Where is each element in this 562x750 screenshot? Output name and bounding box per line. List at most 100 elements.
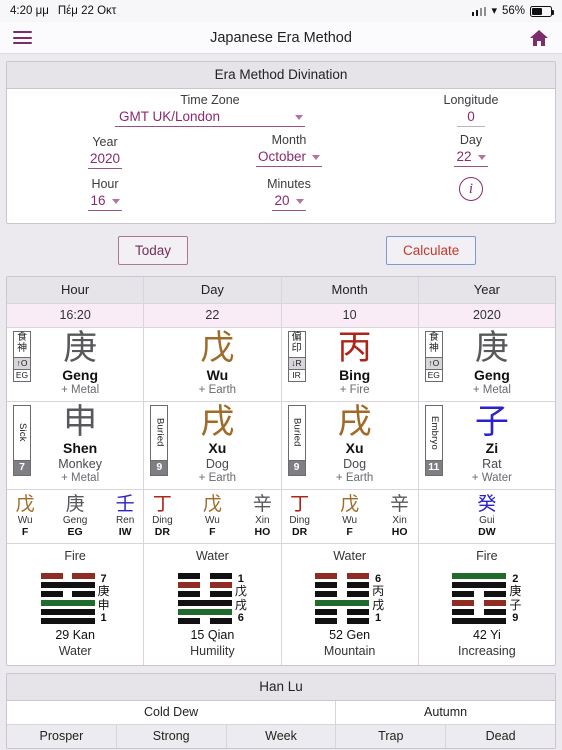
hidden-stem-character: 戊 <box>15 493 35 516</box>
longitude-label: Longitude <box>443 93 499 107</box>
hidden-stems-cell[interactable]: 癸 Gui DW <box>419 490 555 543</box>
today-button[interactable]: Today <box>118 236 189 265</box>
hour-select[interactable]: 16 <box>88 192 122 211</box>
hexagram-line <box>452 582 507 589</box>
timezone-value: GMT UK/London <box>119 109 221 124</box>
stem-cell[interactable]: 食神 ↑O EG 庚 Geng + Metal <box>419 328 555 401</box>
hexagram-line <box>40 600 95 607</box>
stem-cell[interactable]: 偏印 ↓R IR 丙 Bing + Fire <box>282 328 419 401</box>
calculate-button[interactable]: Calculate <box>386 236 477 265</box>
column-value-hour: 16:20 <box>7 303 145 327</box>
ten-god-arrow-badge: ↑O <box>424 357 443 370</box>
solar-term-panel: Han Lu Cold Dew Autumn Prosper Strong Week T… <box>6 673 556 750</box>
hexagram-line <box>452 591 507 598</box>
hidden-stems-cell[interactable]: 丁 Ding DR 戊 Wu F 辛 Xin HO <box>282 490 419 544</box>
stem-element: + Metal <box>472 383 511 396</box>
hidden-stems-cell[interactable]: 丁 Ding DR 戊 Wu F 辛 Xin HO <box>144 490 282 544</box>
hidden-stem: 戊 Wu F <box>333 494 367 538</box>
phase-cell: Dead <box>446 724 555 749</box>
hexagram-line <box>177 618 232 625</box>
hexagram-cell[interactable]: Water 6 丙戌 1 52 Gen Mountain <box>282 544 419 666</box>
hidden-stem-god: DW <box>478 526 496 539</box>
minutes-select[interactable]: 20 <box>272 192 306 211</box>
column-value-day: 22 <box>144 303 282 327</box>
phase-cell: Prosper <box>7 724 117 749</box>
hexagram-lines <box>315 573 370 625</box>
hexagram-cell[interactable]: Fire 2 庚子 9 42 Yi Increasing <box>419 544 555 665</box>
branch-cell[interactable]: Buried 9 戌 Xu Dog + Earth <box>282 401 419 490</box>
hexagram-lines <box>40 573 95 625</box>
hexagram-meaning: Mountain <box>323 644 376 659</box>
branch-cell[interactable]: Sick 7 申 Shen Monkey + Metal <box>7 401 145 490</box>
column-value-year: 2020 <box>418 303 555 327</box>
hamburger-menu-icon[interactable] <box>13 31 32 44</box>
branch-character: 戌 <box>337 401 372 442</box>
hexagram-side-label: 丙 <box>372 584 385 599</box>
divination-form: Time Zone GMT UK/London Longitude 0 Year… <box>7 89 555 223</box>
season-cell: Cold Dew <box>7 701 337 725</box>
month-select[interactable]: October <box>255 148 323 167</box>
divination-form-panel: Era Method Divination Time Zone GMT UK/L… <box>6 61 556 224</box>
hidden-stem-character: 庚 <box>65 493 85 516</box>
branch-cell[interactable]: Embryo 11 子 Zi Rat + Water <box>419 402 555 490</box>
hidden-stem: 辛 Xin HO <box>383 494 417 538</box>
longitude-input[interactable]: 0 <box>457 108 485 127</box>
stem-character: 庚 <box>63 328 98 368</box>
hexagram-cell[interactable]: Water 1 戊戌 6 15 Qian Humility <box>144 544 282 666</box>
hidden-stems-cell[interactable]: 戊 Wu F 庚 Geng EG 壬 Ren IW <box>7 490 145 544</box>
hexagram-cell[interactable]: Fire 7 庚申 1 29 Kan Water <box>7 544 145 666</box>
life-stage-number-badge: 11 <box>424 460 443 476</box>
ten-god-code-badge: IR <box>287 369 306 382</box>
year-input[interactable]: 2020 <box>87 150 123 169</box>
month-group: Month October <box>229 133 349 167</box>
branch-animal: Dog <box>205 457 229 472</box>
longitude-value: 0 <box>467 109 475 124</box>
hexagram-line <box>452 600 507 607</box>
stem-character: 庚 <box>474 328 509 368</box>
hidden-stems-row: 戊 Wu F 庚 Geng EG 壬 Ren IW 丁 Ding DR 戊 Wu F 辛 Xin HO 丁 Ding D… <box>7 489 555 544</box>
info-icon: i <box>459 177 483 201</box>
hexagram-side-column: 7庚申1 <box>98 573 110 625</box>
phase-cell: Week <box>226 724 337 749</box>
chevron-down-icon <box>295 114 303 120</box>
day-select[interactable]: 22 <box>454 148 488 167</box>
hexagram-name: 15 Qian <box>190 628 235 643</box>
hexagram-lines <box>177 573 232 625</box>
hidden-stem-god: HO <box>254 526 271 539</box>
day-value: 22 <box>456 149 472 164</box>
cellular-signal-icon <box>471 6 487 16</box>
branch-badge-column: Buried 9 <box>282 404 308 485</box>
timezone-select[interactable]: GMT UK/London <box>115 108 305 127</box>
branch-element: + Earth <box>335 472 374 485</box>
branch-animal: Dog <box>343 457 367 472</box>
branch-cell[interactable]: Buried 9 戌 Xu Dog + Earth <box>144 401 282 490</box>
hidden-stem-god: F <box>346 526 353 539</box>
hexagram-meaning: Increasing <box>458 644 516 659</box>
solar-term-title: Han Lu <box>7 674 555 702</box>
ten-god-cjk-badge: 食神 <box>13 331 31 358</box>
season-row: Cold Dew Autumn <box>7 701 555 725</box>
phase-cell: Strong <box>116 724 227 749</box>
stem-cell[interactable]: 食神 ↑O EG 庚 Geng + Metal <box>7 328 145 401</box>
branch-badge-column: Embryo 11 <box>419 404 445 485</box>
timezone-group: Time Zone GMT UK/London <box>115 93 305 127</box>
branch-element: + Earth <box>198 472 237 485</box>
chevron-down-icon <box>111 198 120 204</box>
branch-character: 戌 <box>200 401 235 442</box>
branch-element: + Water <box>471 472 512 485</box>
hidden-stem: 戊 Wu F <box>195 494 229 538</box>
hexagram-side-column: 1戊戌6 <box>235 573 247 625</box>
hidden-stem-god: DR <box>154 526 170 539</box>
home-icon[interactable] <box>529 29 549 47</box>
hidden-stem-pinyin: Ren <box>115 515 135 527</box>
hexagram-line <box>177 582 232 589</box>
stem-cell[interactable]: 戊 Wu + Earth <box>144 328 282 401</box>
hidden-stem-pinyin: Xin <box>392 515 407 527</box>
hexagram-line <box>315 582 370 589</box>
branch-character: 申 <box>63 401 98 442</box>
hexagram-line <box>452 609 507 616</box>
stem-badge-column: 食神 ↑O EG <box>419 331 445 396</box>
info-button[interactable]: i <box>459 177 483 201</box>
column-header-day: Day <box>144 277 282 303</box>
hidden-stem-god: IW <box>118 526 132 539</box>
